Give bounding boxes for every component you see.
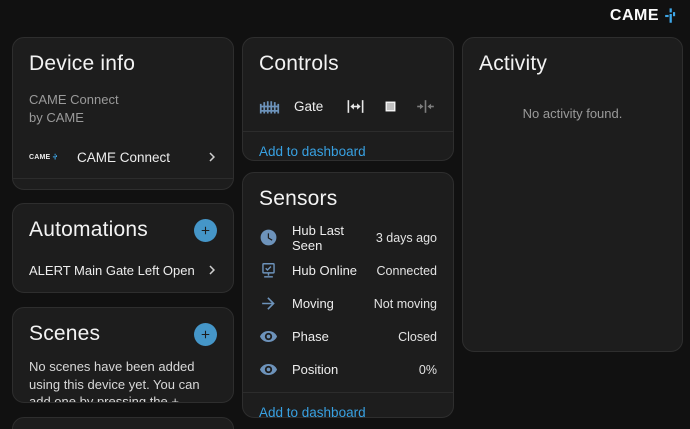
chevron-right-icon [203, 148, 221, 166]
sensor-value: 3 days ago [376, 231, 437, 245]
brand-text: CAME [610, 7, 659, 25]
activity-title: Activity [479, 52, 547, 76]
sensor-row-position[interactable]: Position 0% [243, 353, 453, 386]
gate-icon [259, 96, 280, 117]
add-scene-button[interactable] [194, 323, 217, 346]
device-settings-gear-icon[interactable] [29, 189, 48, 190]
page-header: CAME [0, 0, 690, 32]
arrow-right-icon [259, 294, 278, 313]
scenes-card: Scenes No scenes have been added using t… [12, 307, 234, 403]
integration-name: CAME Connect [77, 150, 189, 165]
open-cover-button[interactable] [346, 97, 365, 116]
automation-label: ALERT Main Gate Left Open [29, 263, 203, 278]
sensor-value: 0% [419, 363, 437, 377]
came-integration-logo-icon: CAME [29, 153, 63, 161]
gate-entity-label: Gate [294, 99, 332, 114]
controls-card: Controls Gate [242, 37, 454, 161]
sensor-value: Not moving [374, 297, 437, 311]
eye-icon [259, 360, 278, 379]
integration-logo-text: CAME [29, 154, 50, 161]
clock-icon [259, 228, 278, 247]
activity-card: Activity No activity found. [462, 37, 683, 352]
scenes-empty-text: No scenes have been added using this dev… [13, 354, 233, 403]
automations-card: Automations ALERT Main Gate Left Open [12, 203, 234, 293]
sensor-row-hub-last-seen[interactable]: Hub Last Seen 3 days ago [243, 221, 453, 254]
close-cover-button[interactable] [416, 97, 435, 116]
sensors-add-to-dashboard-link[interactable]: Add to dashboard [243, 393, 453, 418]
automation-list-item[interactable]: ALERT Main Gate Left Open [13, 250, 233, 290]
device-page: CAME Device info CAME Connect by CAME CA… [0, 0, 690, 429]
came-key-icon [663, 8, 678, 25]
sensor-label: Moving [292, 296, 360, 311]
controls-add-to-dashboard-link[interactable]: Add to dashboard [243, 132, 453, 161]
sensor-label: Phase [292, 329, 384, 344]
sensor-label: Position [292, 362, 405, 377]
sensor-row-moving[interactable]: Moving Not moving [243, 287, 453, 320]
chevron-right-icon [203, 261, 221, 279]
device-name: CAME Connect [29, 92, 217, 108]
sensor-row-phase[interactable]: Phase Closed [243, 320, 453, 353]
sensors-card: Sensors Hub Last Seen 3 days ago Hu [242, 172, 454, 418]
stop-cover-button[interactable] [382, 98, 399, 115]
sensor-value: Connected [377, 264, 437, 278]
device-manufacturer: by CAME [29, 110, 217, 126]
integration-row[interactable]: CAME CAME Connect [13, 136, 233, 178]
sensor-value: Closed [398, 330, 437, 344]
sensors-title: Sensors [259, 187, 337, 211]
cover-buttons [346, 97, 437, 116]
activity-empty-text: No activity found. [463, 106, 682, 121]
sensors-list: Hub Last Seen 3 days ago Hub Online Conn… [243, 219, 453, 392]
sensor-row-hub-online[interactable]: Hub Online Connected [243, 254, 453, 287]
add-automation-button[interactable] [194, 219, 217, 242]
controls-title: Controls [259, 52, 339, 76]
automations-title: Automations [29, 218, 148, 242]
scenes-title: Scenes [29, 322, 100, 346]
came-brand-logo: CAME [610, 7, 678, 25]
partial-card [12, 417, 234, 429]
sensor-label: Hub Online [292, 263, 363, 278]
eye-icon [259, 327, 278, 346]
device-info-card: Device info CAME Connect by CAME CAME CA… [12, 37, 234, 190]
device-info-title: Device info [29, 52, 135, 76]
sensor-label: Hub Last Seen [292, 223, 362, 253]
gate-control-row: Gate [243, 84, 453, 131]
monitor-check-icon [259, 261, 278, 280]
